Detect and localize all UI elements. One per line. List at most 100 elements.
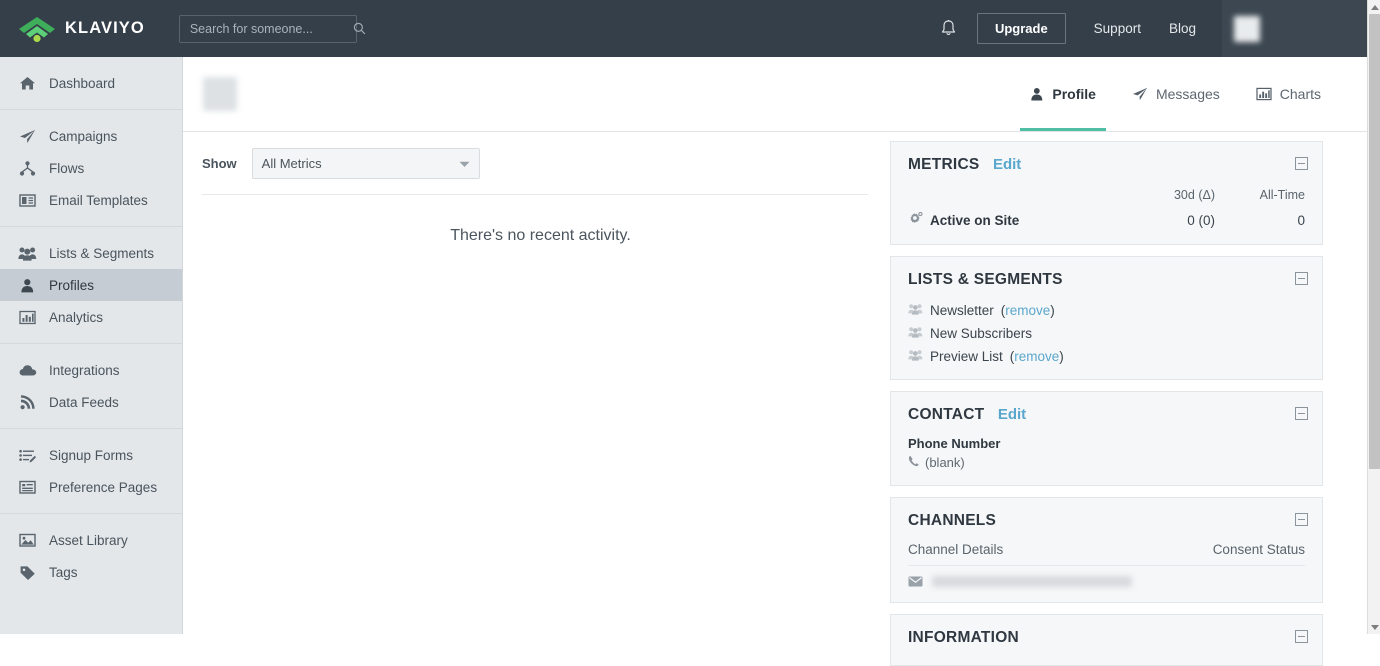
scroll-down-arrow[interactable]: [1368, 620, 1380, 634]
collapse-icon[interactable]: [1295, 272, 1308, 285]
search-input[interactable]: [187, 20, 353, 37]
brand-name: KLAVIYO: [65, 19, 145, 37]
sidebar-item-email-templates[interactable]: Email Templates: [0, 184, 182, 216]
sidebar: Dashboard Campaigns Flows Email Template…: [0, 57, 183, 634]
list-name: New Subscribers: [930, 326, 1033, 341]
person-icon: [18, 277, 37, 294]
avatar: [1234, 15, 1260, 42]
image-icon: [18, 532, 37, 549]
collapse-icon[interactable]: [1295, 157, 1308, 170]
page-scrollbar[interactable]: [1367, 0, 1380, 634]
sidebar-item-campaigns[interactable]: Campaigns: [0, 120, 182, 152]
metric-value-30d: 0 (0): [1187, 213, 1215, 228]
metric-value-all-time: 0: [1297, 213, 1305, 228]
collapse-icon[interactable]: [1295, 513, 1308, 526]
channels-panel: CHANNELS Channel Details Consent Status: [890, 497, 1323, 603]
profile-avatar: [203, 77, 237, 111]
information-panel: INFORMATION: [890, 614, 1323, 666]
phone-number-value-row: (blank): [908, 455, 1305, 470]
gear-activity-icon: [908, 211, 923, 229]
sidebar-item-analytics[interactable]: Analytics: [0, 301, 182, 333]
sidebar-item-asset-library[interactable]: Asset Library: [0, 524, 182, 556]
sidebar-item-label: Analytics: [49, 309, 104, 325]
support-link[interactable]: Support: [1094, 21, 1141, 36]
top-nav-right-group: Upgrade Support Blog: [940, 0, 1367, 57]
table-row: [908, 576, 1305, 587]
channel-email-value: [932, 576, 1132, 587]
remove-link[interactable]: remove: [1005, 303, 1050, 318]
klaviyo-logo-icon: [16, 14, 58, 44]
upgrade-button[interactable]: Upgrade: [976, 13, 1066, 44]
sidebar-group-4: Integrations Data Feeds: [0, 344, 182, 429]
list-name: Newsletter: [930, 303, 994, 318]
panel-title: LISTS & SEGMENTS: [908, 271, 1063, 288]
show-label: Show: [202, 155, 237, 171]
blog-link[interactable]: Blog: [1169, 21, 1196, 36]
lists-segments-panel: LISTS & SEGMENTS Newsletter (remove) New…: [890, 256, 1323, 380]
paper-plane-icon: [18, 128, 37, 145]
tab-label: Profile: [1052, 86, 1096, 102]
phone-number-label: Phone Number: [908, 436, 1001, 451]
list-item: Preview List (remove): [908, 349, 1305, 364]
people-group-icon: [908, 303, 923, 318]
metrics-header-all-time: All-Time: [1259, 188, 1305, 202]
sidebar-item-preference-pages[interactable]: Preference Pages: [0, 471, 182, 503]
main-content: Profile Messages Charts Show All Metrics…: [183, 57, 1367, 666]
channel-details-header: Channel Details: [908, 542, 1004, 557]
envelope-icon: [908, 576, 923, 587]
sidebar-item-profiles[interactable]: Profiles: [0, 269, 182, 301]
brand-logo[interactable]: KLAVIYO: [16, 14, 145, 44]
sidebar-group-1: Dashboard: [0, 57, 182, 110]
account-menu[interactable]: [1222, 0, 1367, 57]
sidebar-item-label: Profiles: [49, 277, 95, 293]
sidebar-item-signup-forms[interactable]: Signup Forms: [0, 439, 182, 471]
chevron-down-icon: [459, 156, 470, 171]
metric-filter-select[interactable]: All Metrics: [251, 147, 480, 179]
sidebar-item-data-feeds[interactable]: Data Feeds: [0, 386, 182, 418]
metrics-edit-link[interactable]: Edit: [993, 156, 1021, 173]
notification-bell-icon[interactable]: [940, 19, 957, 38]
search-icon: [353, 22, 366, 35]
phone-number-value: (blank): [925, 455, 965, 470]
panel-title: CHANNELS: [908, 512, 997, 529]
paper-plane-icon: [1132, 87, 1148, 101]
tab-messages[interactable]: Messages: [1114, 57, 1238, 131]
divider: [202, 194, 868, 195]
bar-chart-icon: [1256, 87, 1272, 101]
sidebar-item-label: Flows: [49, 160, 85, 176]
activity-filter-row: Show All Metrics: [183, 132, 880, 194]
form-list-icon: [18, 447, 37, 464]
metric-name-cell: Active on Site: [908, 211, 1105, 229]
tab-charts[interactable]: Charts: [1238, 57, 1339, 131]
sidebar-item-integrations[interactable]: Integrations: [0, 354, 182, 386]
sidebar-item-label: Data Feeds: [49, 394, 119, 410]
search-box[interactable]: [178, 14, 366, 43]
top-navigation-bar: KLAVIYO Upgrade Support Blog: [0, 0, 1367, 57]
panel-title: CONTACT: [908, 406, 985, 423]
profile-header: Profile Messages Charts: [183, 57, 1367, 132]
sidebar-item-label: Dashboard: [49, 75, 116, 91]
home-icon: [18, 75, 37, 92]
tab-profile[interactable]: Profile: [1012, 57, 1114, 131]
sidebar-group-5: Signup Forms Preference Pages: [0, 429, 182, 514]
tab-label: Charts: [1279, 86, 1321, 102]
sidebar-group-6: Asset Library Tags: [0, 514, 182, 598]
collapse-icon[interactable]: [1295, 407, 1308, 420]
template-icon: [18, 192, 37, 209]
contact-edit-link[interactable]: Edit: [998, 406, 1026, 423]
collapse-icon[interactable]: [1295, 630, 1308, 643]
cloud-icon: [18, 362, 37, 379]
remove-link[interactable]: remove: [1014, 349, 1059, 364]
tab-label: Messages: [1155, 86, 1220, 102]
list-remove-wrap: (remove): [1009, 349, 1064, 364]
sidebar-item-label: Preference Pages: [49, 479, 158, 495]
sidebar-item-lists-segments[interactable]: Lists & Segments: [0, 237, 182, 269]
scrollbar-thumb[interactable]: [1369, 14, 1380, 469]
sidebar-item-flows[interactable]: Flows: [0, 152, 182, 184]
sidebar-item-tags[interactable]: Tags: [0, 556, 182, 588]
scroll-up-arrow[interactable]: [1368, 0, 1380, 14]
person-icon: [1030, 87, 1044, 101]
sidebar-item-dashboard[interactable]: Dashboard: [0, 67, 182, 99]
people-group-icon: [908, 349, 923, 364]
channels-column-headers: Channel Details Consent Status: [908, 542, 1305, 566]
